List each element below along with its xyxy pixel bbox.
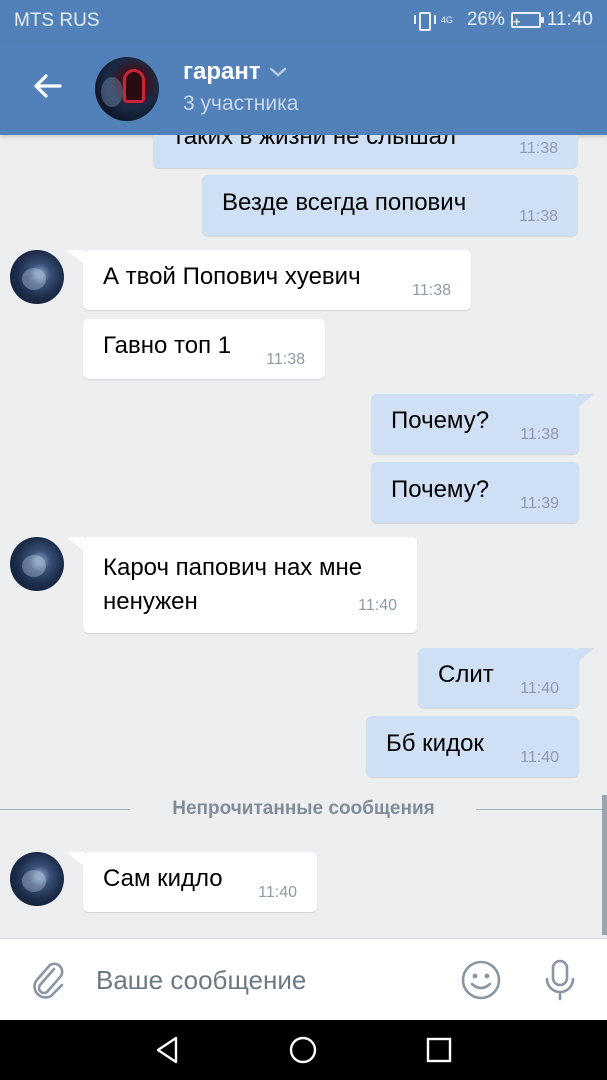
message-bubble[interactable]: Гавно топ 1 11:38 — [83, 319, 325, 379]
paperclip-icon[interactable] — [28, 959, 68, 1001]
bubble-tail — [578, 648, 594, 662]
chat-title[interactable]: гарант — [183, 58, 287, 86]
message-bubble[interactable]: Кароч папович нах мне ненужен 11:40 — [83, 537, 417, 633]
message-time: 11:39 — [520, 495, 559, 512]
network-type: 4G — [440, 14, 453, 25]
message-time: 11:40 — [520, 680, 559, 697]
message-bubble[interactable]: Сам кидло 11:40 — [83, 852, 317, 912]
bubble-tail — [66, 537, 84, 551]
nav-recents-icon[interactable] — [423, 1034, 455, 1066]
top-bar: MTS RUS 4G 26% + 11:40 гарант 3 участник… — [0, 0, 607, 135]
message-bubble[interactable]: Слит 11:40 — [418, 648, 579, 708]
status-icons: 4G 26% + 11:40 — [413, 9, 593, 31]
message-list[interactable]: таких в жизни не слышал 11:38 Везде всег… — [0, 135, 607, 938]
message-text: таких в жизни не слышал — [173, 135, 456, 150]
message-text-line: Кароч папович нах мне — [103, 554, 363, 581]
message-time: 11:40 — [520, 749, 559, 766]
message-text: Почему? — [391, 475, 490, 503]
message-text: Бб кидок — [386, 729, 484, 757]
message-bubble[interactable]: таких в жизни не слышал 11:38 — [153, 135, 578, 168]
scrollbar[interactable] — [602, 795, 607, 935]
unread-divider: Непрочитанные сообщения — [0, 795, 607, 825]
avatar[interactable] — [10, 852, 64, 906]
bubble-tail — [66, 852, 84, 866]
message-bubble[interactable]: Почему? 11:38 — [371, 394, 579, 454]
message-text: Почему? — [391, 407, 490, 434]
chat-header: гарант 3 участника — [0, 42, 607, 135]
chevron-down-icon — [269, 67, 286, 77]
message-text-line: ненужен — [103, 588, 198, 615]
chat-avatar[interactable] — [95, 57, 159, 121]
message-time: 11:38 — [266, 351, 305, 368]
arrow-left-icon[interactable] — [30, 68, 66, 104]
message-text: Слит — [438, 661, 494, 688]
message-time: 11:40 — [258, 884, 297, 901]
message-time: 11:38 — [519, 140, 558, 157]
message-input[interactable]: Ваше сообщение — [96, 965, 306, 996]
message-bubble[interactable]: Почему? 11:39 — [371, 462, 579, 523]
nav-back-icon[interactable] — [152, 1034, 184, 1066]
avatar[interactable] — [10, 537, 64, 591]
status-bar: MTS RUS 4G 26% + 11:40 — [0, 0, 607, 42]
message-time: 11:38 — [412, 282, 451, 299]
nav-home-icon[interactable] — [287, 1034, 319, 1066]
message-time: 11:38 — [520, 426, 559, 443]
message-time: 11:40 — [358, 597, 397, 614]
divider-line — [476, 809, 607, 810]
message-text: А твой Попович хуевич — [103, 263, 361, 290]
status-time: 11:40 — [546, 9, 593, 30]
bubble-tail — [66, 250, 84, 264]
battery-icon: + — [510, 12, 544, 29]
battery-percent: 26% — [466, 9, 505, 30]
system-nav-bar — [0, 1020, 607, 1080]
chat-title-text: гарант — [183, 58, 261, 85]
message-text: Сам кидло — [103, 865, 223, 892]
carrier-name: MTS RUS — [14, 10, 100, 31]
bubble-tail — [578, 394, 594, 408]
avatar[interactable] — [10, 250, 64, 304]
message-composer: Ваше сообщение — [0, 938, 607, 1020]
message-text: Гавно топ 1 — [103, 332, 232, 359]
microphone-icon[interactable] — [540, 957, 580, 1003]
message-text: Везде всегда попович — [222, 188, 467, 216]
smile-icon[interactable] — [460, 959, 502, 1001]
message-bubble[interactable]: Бб кидок 11:40 — [366, 716, 579, 777]
message-bubble[interactable]: А твой Попович хуевич 11:38 — [83, 250, 471, 310]
vibrate-icon — [413, 10, 436, 31]
chat-subtitle: 3 участника — [183, 92, 299, 115]
message-time: 11:38 — [519, 208, 558, 225]
message-bubble[interactable]: Везде всегда попович 11:38 — [202, 175, 578, 236]
